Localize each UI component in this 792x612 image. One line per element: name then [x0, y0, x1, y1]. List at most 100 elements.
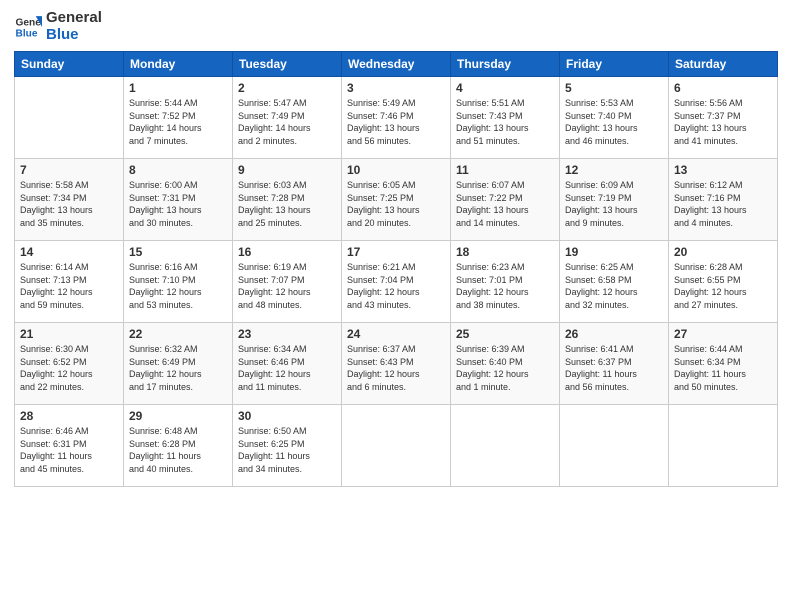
day-number: 29: [129, 409, 227, 423]
header: General Blue General Blue: [14, 10, 778, 43]
calendar-cell: 15 Sunrise: 6:16 AM Sunset: 7:10 PM Dayli…: [124, 241, 233, 323]
day-info: Sunrise: 6:50 AM Sunset: 6:25 PM Dayligh…: [238, 425, 336, 475]
calendar-cell: 22 Sunrise: 6:32 AM Sunset: 6:49 PM Dayli…: [124, 323, 233, 405]
day-info: Sunrise: 5:44 AM Sunset: 7:52 PM Dayligh…: [129, 97, 227, 147]
day-number: 14: [20, 245, 118, 259]
day-number: 23: [238, 327, 336, 341]
header-row: SundayMondayTuesdayWednesdayThursdayFrid…: [15, 52, 778, 77]
day-info: Sunrise: 6:48 AM Sunset: 6:28 PM Dayligh…: [129, 425, 227, 475]
calendar-cell: 4Sunrise: 5:51 AM Sunset: 7:43 PM Daylig…: [451, 77, 560, 159]
day-info: Sunrise: 6:46 AM Sunset: 6:31 PM Dayligh…: [20, 425, 118, 475]
day-number: 19: [565, 245, 663, 259]
calendar-cell: 14 Sunrise: 6:14 AM Sunset: 7:13 PM Dayli…: [15, 241, 124, 323]
logo-wordmark: General Blue: [46, 10, 102, 43]
week-row-4: 28 Sunrise: 6:46 AM Sunset: 6:31 PM Dayli…: [15, 405, 778, 487]
calendar-cell: 21 Sunrise: 6:30 AM Sunset: 6:52 PM Dayli…: [15, 323, 124, 405]
day-info: Sunrise: 5:56 AM Sunset: 7:37 PM Dayligh…: [674, 97, 772, 147]
day-number: 8: [129, 163, 227, 177]
day-number: 6: [674, 81, 772, 95]
calendar-cell: 24 Sunrise: 6:37 AM Sunset: 6:43 PM Dayli…: [342, 323, 451, 405]
header-cell-thursday: Thursday: [451, 52, 560, 77]
day-info: Sunrise: 6:05 AM Sunset: 7:25 PM Dayligh…: [347, 179, 445, 229]
calendar-cell: 27 Sunrise: 6:44 AM Sunset: 6:34 PM Dayli…: [669, 323, 778, 405]
calendar-cell: 26Sunrise: 6:41 AM Sunset: 6:37 PM Dayli…: [560, 323, 669, 405]
day-number: 25: [456, 327, 554, 341]
day-number: 12: [565, 163, 663, 177]
calendar-cell: [560, 405, 669, 487]
day-number: 26: [565, 327, 663, 341]
day-number: 10: [347, 163, 445, 177]
day-info: Sunrise: 5:47 AM Sunset: 7:49 PM Dayligh…: [238, 97, 336, 147]
day-info: Sunrise: 6:32 AM Sunset: 6:49 PM Dayligh…: [129, 343, 227, 393]
calendar-table: SundayMondayTuesdayWednesdayThursdayFrid…: [14, 51, 778, 487]
calendar-cell: 16 Sunrise: 6:19 AM Sunset: 7:07 PM Dayli…: [233, 241, 342, 323]
day-number: 2: [238, 81, 336, 95]
header-cell-sunday: Sunday: [15, 52, 124, 77]
day-number: 13: [674, 163, 772, 177]
week-row-1: 7 Sunrise: 5:58 AM Sunset: 7:34 PM Daylig…: [15, 159, 778, 241]
calendar-cell: 6 Sunrise: 5:56 AM Sunset: 7:37 PM Daylig…: [669, 77, 778, 159]
day-number: 28: [20, 409, 118, 423]
calendar-cell: 18Sunrise: 6:23 AM Sunset: 7:01 PM Dayli…: [451, 241, 560, 323]
calendar-cell: [15, 77, 124, 159]
day-number: 15: [129, 245, 227, 259]
calendar-cell: 1 Sunrise: 5:44 AM Sunset: 7:52 PM Daylig…: [124, 77, 233, 159]
day-info: Sunrise: 6:30 AM Sunset: 6:52 PM Dayligh…: [20, 343, 118, 393]
day-info: Sunrise: 5:53 AM Sunset: 7:40 PM Dayligh…: [565, 97, 663, 147]
day-info: Sunrise: 6:21 AM Sunset: 7:04 PM Dayligh…: [347, 261, 445, 311]
calendar-cell: 28 Sunrise: 6:46 AM Sunset: 6:31 PM Dayli…: [15, 405, 124, 487]
day-info: Sunrise: 5:58 AM Sunset: 7:34 PM Dayligh…: [20, 179, 118, 229]
day-number: 18: [456, 245, 554, 259]
day-info: Sunrise: 6:14 AM Sunset: 7:13 PM Dayligh…: [20, 261, 118, 311]
svg-text:Blue: Blue: [16, 28, 38, 39]
calendar-cell: 9Sunrise: 6:03 AM Sunset: 7:28 PM Daylig…: [233, 159, 342, 241]
day-info: Sunrise: 6:25 AM Sunset: 6:58 PM Dayligh…: [565, 261, 663, 311]
header-cell-monday: Monday: [124, 52, 233, 77]
calendar-cell: 5 Sunrise: 5:53 AM Sunset: 7:40 PM Daylig…: [560, 77, 669, 159]
day-number: 22: [129, 327, 227, 341]
day-number: 30: [238, 409, 336, 423]
day-info: Sunrise: 6:00 AM Sunset: 7:31 PM Dayligh…: [129, 179, 227, 229]
calendar-cell: 20Sunrise: 6:28 AM Sunset: 6:55 PM Dayli…: [669, 241, 778, 323]
week-row-3: 21 Sunrise: 6:30 AM Sunset: 6:52 PM Dayli…: [15, 323, 778, 405]
day-number: 9: [238, 163, 336, 177]
day-info: Sunrise: 6:44 AM Sunset: 6:34 PM Dayligh…: [674, 343, 772, 393]
calendar-cell: 8 Sunrise: 6:00 AM Sunset: 7:31 PM Daylig…: [124, 159, 233, 241]
calendar-cell: [669, 405, 778, 487]
header-cell-tuesday: Tuesday: [233, 52, 342, 77]
calendar-cell: 30 Sunrise: 6:50 AM Sunset: 6:25 PM Dayli…: [233, 405, 342, 487]
calendar-cell: 13Sunrise: 6:12 AM Sunset: 7:16 PM Dayli…: [669, 159, 778, 241]
header-cell-friday: Friday: [560, 52, 669, 77]
week-row-0: 1 Sunrise: 5:44 AM Sunset: 7:52 PM Daylig…: [15, 77, 778, 159]
day-info: Sunrise: 6:34 AM Sunset: 6:46 PM Dayligh…: [238, 343, 336, 393]
calendar-cell: 29 Sunrise: 6:48 AM Sunset: 6:28 PM Dayli…: [124, 405, 233, 487]
day-number: 7: [20, 163, 118, 177]
calendar-cell: 23 Sunrise: 6:34 AM Sunset: 6:46 PM Dayli…: [233, 323, 342, 405]
day-number: 27: [674, 327, 772, 341]
calendar-cell: 17Sunrise: 6:21 AM Sunset: 7:04 PM Dayli…: [342, 241, 451, 323]
day-info: Sunrise: 5:49 AM Sunset: 7:46 PM Dayligh…: [347, 97, 445, 147]
calendar-cell: 3 Sunrise: 5:49 AM Sunset: 7:46 PM Daylig…: [342, 77, 451, 159]
day-info: Sunrise: 6:07 AM Sunset: 7:22 PM Dayligh…: [456, 179, 554, 229]
calendar-cell: 19 Sunrise: 6:25 AM Sunset: 6:58 PM Dayli…: [560, 241, 669, 323]
day-info: Sunrise: 6:37 AM Sunset: 6:43 PM Dayligh…: [347, 343, 445, 393]
week-row-2: 14 Sunrise: 6:14 AM Sunset: 7:13 PM Dayli…: [15, 241, 778, 323]
day-info: Sunrise: 6:19 AM Sunset: 7:07 PM Dayligh…: [238, 261, 336, 311]
day-number: 3: [347, 81, 445, 95]
day-number: 1: [129, 81, 227, 95]
day-info: Sunrise: 6:16 AM Sunset: 7:10 PM Dayligh…: [129, 261, 227, 311]
page: General Blue General Blue SundayMondayTu…: [0, 0, 792, 612]
logo-icon: General Blue: [14, 13, 42, 41]
calendar-cell: 10 Sunrise: 6:05 AM Sunset: 7:25 PM Dayli…: [342, 159, 451, 241]
day-number: 16: [238, 245, 336, 259]
day-info: Sunrise: 6:09 AM Sunset: 7:19 PM Dayligh…: [565, 179, 663, 229]
day-info: Sunrise: 6:28 AM Sunset: 6:55 PM Dayligh…: [674, 261, 772, 311]
header-cell-saturday: Saturday: [669, 52, 778, 77]
header-cell-wednesday: Wednesday: [342, 52, 451, 77]
calendar-cell: 7 Sunrise: 5:58 AM Sunset: 7:34 PM Daylig…: [15, 159, 124, 241]
day-number: 21: [20, 327, 118, 341]
day-info: Sunrise: 6:39 AM Sunset: 6:40 PM Dayligh…: [456, 343, 554, 393]
day-number: 4: [456, 81, 554, 95]
day-number: 24: [347, 327, 445, 341]
day-number: 5: [565, 81, 663, 95]
